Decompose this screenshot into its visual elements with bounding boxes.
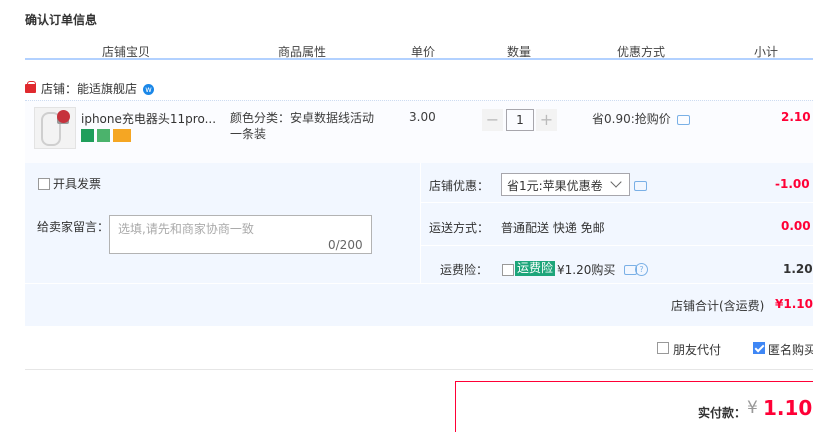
pay-currency: ¥ bbox=[747, 398, 758, 418]
anonymous-label[interactable]: 匿名购买 bbox=[768, 341, 813, 358]
shipping-method: 普通配送 快递 免邮 bbox=[501, 221, 605, 235]
shipping-label: 运送方式： bbox=[429, 221, 490, 235]
chat-seller-icon[interactable]: w bbox=[143, 84, 154, 95]
shop-discount-label: 店铺优惠： bbox=[429, 179, 490, 193]
insurance-value: 1.20 bbox=[783, 262, 813, 276]
friend-pay-label[interactable]: 朋友代付 bbox=[673, 341, 721, 358]
insurance-badge: 运费险 bbox=[515, 261, 556, 276]
message-char-count: 0/200 bbox=[328, 238, 363, 252]
payment-summary-box bbox=[455, 381, 813, 432]
item-title[interactable]: iphone充电器头11pro... bbox=[81, 110, 216, 127]
credit-card-icon[interactable] bbox=[113, 129, 131, 142]
shipping-value: 0.00 bbox=[781, 219, 811, 233]
message-placeholder: 选填,请先和商家协商一致 bbox=[118, 222, 254, 236]
attr-line-1: 颜色分类：安卓数据线活动 bbox=[230, 111, 375, 125]
invoice-checkbox[interactable] bbox=[38, 178, 50, 190]
friend-pay-checkbox[interactable] bbox=[657, 342, 669, 354]
unit-price: 3.00 bbox=[409, 110, 436, 124]
invoice-label[interactable]: 开具发票 bbox=[53, 175, 101, 192]
shop-discount-value: -1.00 bbox=[775, 177, 810, 191]
shop-discount-selected: 省1元:苹果优惠卷 bbox=[507, 179, 603, 193]
insurance-label: 运费险： bbox=[440, 263, 489, 277]
header-divider bbox=[25, 58, 813, 60]
panel-divider bbox=[420, 163, 421, 283]
guarantee-icon[interactable] bbox=[97, 129, 110, 142]
row-divider bbox=[25, 283, 813, 284]
insurance-price-text: ¥1.20购买 bbox=[557, 263, 616, 277]
row-divider bbox=[421, 245, 813, 246]
attr-line-2: 一条装 bbox=[230, 127, 267, 141]
help-icon[interactable]: ? bbox=[635, 263, 648, 276]
pay-label: 实付款： bbox=[698, 406, 747, 420]
brand-logo-icon bbox=[57, 110, 70, 123]
product-thumbnail[interactable] bbox=[34, 107, 76, 149]
item-attributes: 颜色分类：安卓数据线活动 一条装 bbox=[230, 110, 380, 142]
anonymous-checkbox[interactable] bbox=[753, 342, 765, 354]
item-subtotal: 2.10 bbox=[781, 110, 811, 124]
promo-info-icon[interactable] bbox=[677, 115, 690, 125]
seven-day-return-icon[interactable] bbox=[81, 129, 94, 142]
page-title: 确认订单信息 bbox=[25, 13, 98, 27]
shop-bag-icon bbox=[25, 81, 36, 93]
row-divider bbox=[421, 202, 813, 203]
shop-total-label: 店铺合计(含运费) bbox=[671, 299, 765, 313]
message-label: 给卖家留言： bbox=[37, 220, 110, 234]
qty-minus-button[interactable]: − bbox=[482, 109, 503, 131]
discount-info-icon[interactable] bbox=[634, 181, 647, 191]
shop-name[interactable]: 店铺：能适旗舰店 bbox=[41, 80, 137, 97]
qty-plus-button[interactable]: + bbox=[536, 109, 557, 131]
shop-total-value: ¥1.10 bbox=[775, 297, 813, 311]
insurance-checkbox[interactable] bbox=[502, 264, 514, 276]
promo-text: 省0.90:抢购价 bbox=[592, 112, 671, 126]
qty-input[interactable]: 1 bbox=[506, 109, 534, 131]
pay-amount: 1.10 bbox=[763, 396, 813, 420]
section-divider bbox=[25, 369, 813, 370]
